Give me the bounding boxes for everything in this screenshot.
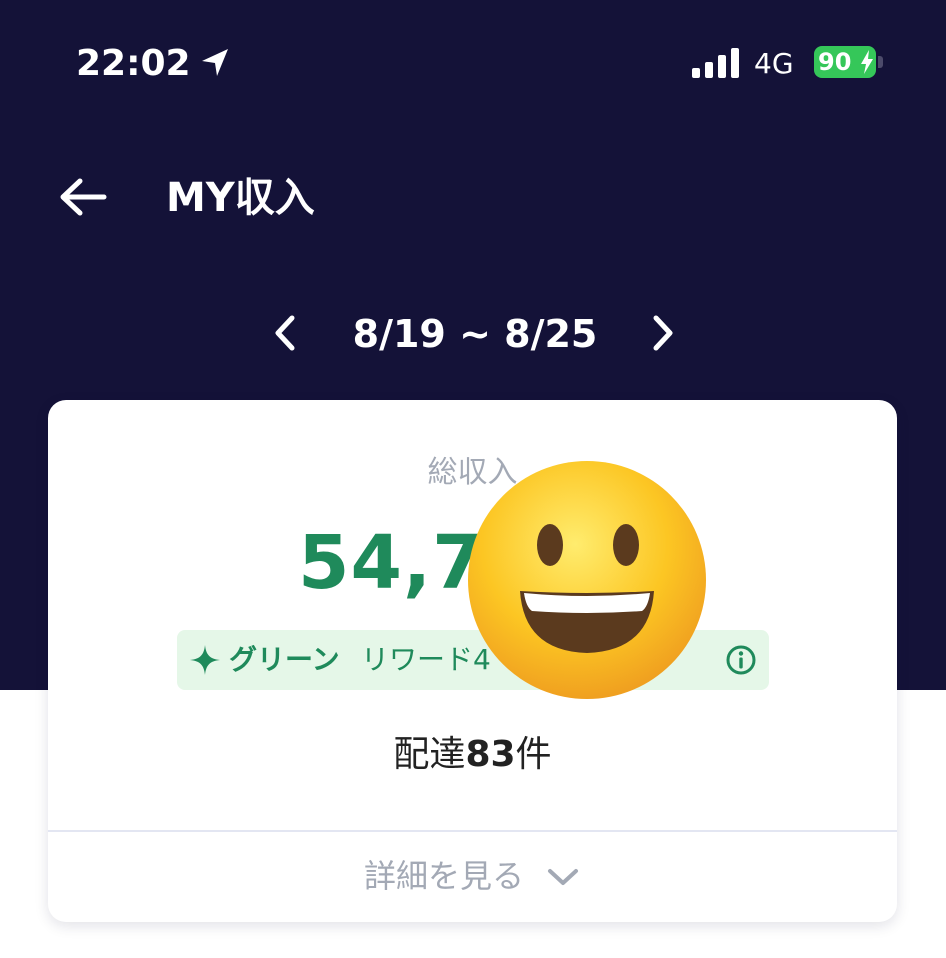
- delivery-count: 配達83件: [48, 730, 897, 780]
- total-earnings-amount: 54,7: [298, 520, 485, 606]
- network-type: 4G: [754, 47, 794, 80]
- view-details-button[interactable]: 詳細を見る: [48, 832, 897, 922]
- view-details-label: 詳細を見る: [364, 857, 525, 895]
- sparkle-icon: [190, 645, 220, 675]
- green-label: グリーン: [229, 643, 340, 676]
- info-icon[interactable]: [725, 644, 757, 676]
- battery-cap: [878, 56, 883, 68]
- back-arrow-icon[interactable]: [58, 176, 108, 218]
- location-arrow-icon: [202, 49, 228, 76]
- grinning-face-sticker: [468, 461, 706, 699]
- signal-bars-icon: [692, 48, 739, 78]
- chevron-right-icon[interactable]: [648, 314, 678, 352]
- charging-bolt-icon: [861, 50, 873, 74]
- chevron-left-icon[interactable]: [270, 314, 300, 352]
- status-time: 22:02: [76, 43, 191, 84]
- page-title: MY収入: [166, 175, 315, 221]
- delivery-suffix: 件: [515, 734, 552, 775]
- battery-charging-icon: 90: [814, 46, 884, 80]
- delivery-prefix: 配達: [393, 734, 466, 775]
- chevron-down-icon: [548, 869, 578, 885]
- delivery-number: 83: [465, 734, 516, 775]
- week-range: 8/19 ~ 8/25: [352, 312, 598, 356]
